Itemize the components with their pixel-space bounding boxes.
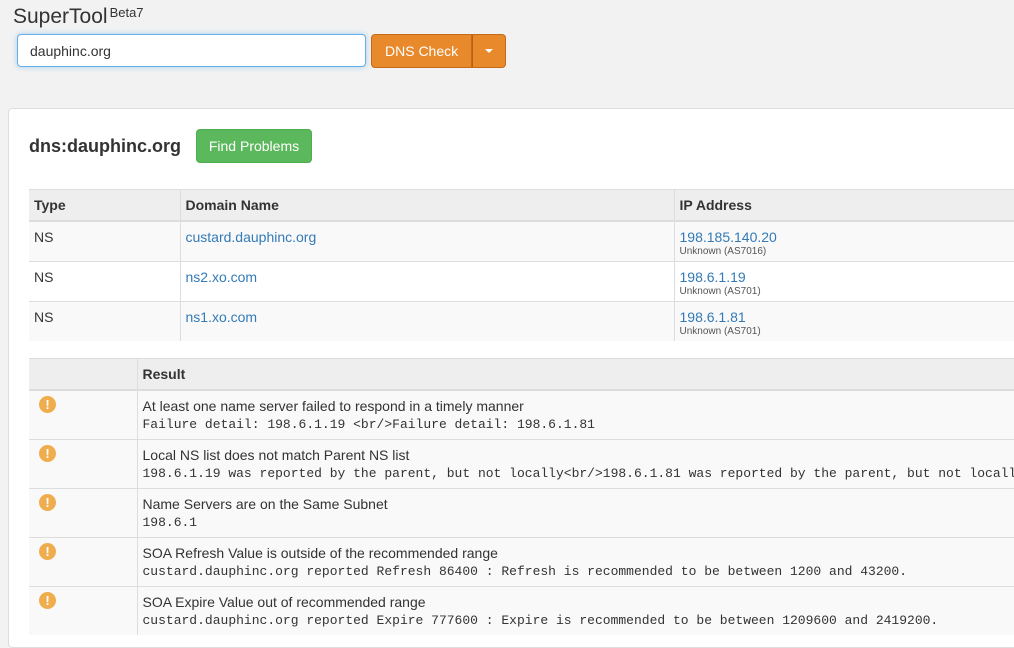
table-row: NS custard.dauphinc.org 198.185.140.20Un… <box>29 221 1014 262</box>
result-title: Name Servers are on the Same Subnet <box>143 489 1014 512</box>
column-header-status <box>29 359 137 391</box>
column-header-domain: Domain Name <box>180 190 674 222</box>
record-type: NS <box>34 222 175 245</box>
ip-link[interactable]: 198.6.1.19 <box>680 262 1014 285</box>
domain-link[interactable]: ns2.xo.com <box>186 262 669 285</box>
result-title: SOA Refresh Value is outside of the reco… <box>143 538 1014 561</box>
results-table: Result ! At least one name server failed… <box>29 358 1014 635</box>
result-title: Local NS list does not match Parent NS l… <box>143 440 1014 463</box>
find-problems-button[interactable]: Find Problems <box>196 129 312 163</box>
record-type: NS <box>34 302 175 325</box>
warning-icon: ! <box>39 445 56 462</box>
asn-label: Unknown (AS701) <box>680 286 1014 297</box>
app-title: SuperTool <box>13 5 108 28</box>
result-detail: custard.dauphinc.org reported Expire 777… <box>143 613 1014 628</box>
table-row: NS ns2.xo.com 198.6.1.19Unknown (AS701) <box>29 262 1014 302</box>
table-row: NS ns1.xo.com 198.6.1.81Unknown (AS701) <box>29 302 1014 342</box>
result-title: At least one name server failed to respo… <box>143 391 1014 414</box>
domain-link[interactable]: custard.dauphinc.org <box>186 222 669 245</box>
domain-link[interactable]: ns1.xo.com <box>186 302 669 325</box>
beta-label: Beta7 <box>110 5 144 20</box>
warning-icon: ! <box>39 494 56 511</box>
warning-icon: ! <box>39 543 56 560</box>
result-detail: 198.6.1 <box>143 515 1014 530</box>
lookup-type-dropdown-button[interactable] <box>472 34 506 68</box>
result-row: ! At least one name server failed to res… <box>29 390 1014 440</box>
result-heading: dns:dauphinc.org <box>29 136 181 157</box>
result-row: ! SOA Expire Value out of recommended ra… <box>29 587 1014 636</box>
dns-check-button-group: DNS Check <box>371 34 506 68</box>
record-type: NS <box>34 262 175 285</box>
result-title: SOA Expire Value out of recommended rang… <box>143 587 1014 610</box>
result-row: ! Local NS list does not match Parent NS… <box>29 440 1014 489</box>
ns-records-table: Type Domain Name IP Address NS custard.d… <box>29 189 1014 341</box>
column-header-ip: IP Address <box>674 190 1014 222</box>
result-row: ! Name Servers are on the Same Subnet 198… <box>29 489 1014 538</box>
asn-label: Unknown (AS7016) <box>680 246 1014 257</box>
app-brand: SuperToolBeta7 <box>13 5 144 29</box>
result-detail: custard.dauphinc.org reported Refresh 86… <box>143 564 1014 579</box>
caret-down-icon <box>485 49 493 53</box>
result-detail: 198.6.1.19 was reported by the parent, b… <box>143 466 1014 481</box>
dns-check-button[interactable]: DNS Check <box>371 34 472 68</box>
result-detail: Failure detail: 198.6.1.19 <br/>Failure … <box>143 417 1014 432</box>
column-header-result: Result <box>137 359 1014 391</box>
warning-icon: ! <box>39 396 56 413</box>
domain-search-input[interactable] <box>17 34 366 67</box>
ip-link[interactable]: 198.185.140.20 <box>680 222 1014 245</box>
column-header-type: Type <box>29 190 180 222</box>
warning-icon: ! <box>39 592 56 609</box>
asn-label: Unknown (AS701) <box>680 326 1014 337</box>
result-row: ! SOA Refresh Value is outside of the re… <box>29 538 1014 587</box>
ip-link[interactable]: 198.6.1.81 <box>680 302 1014 325</box>
